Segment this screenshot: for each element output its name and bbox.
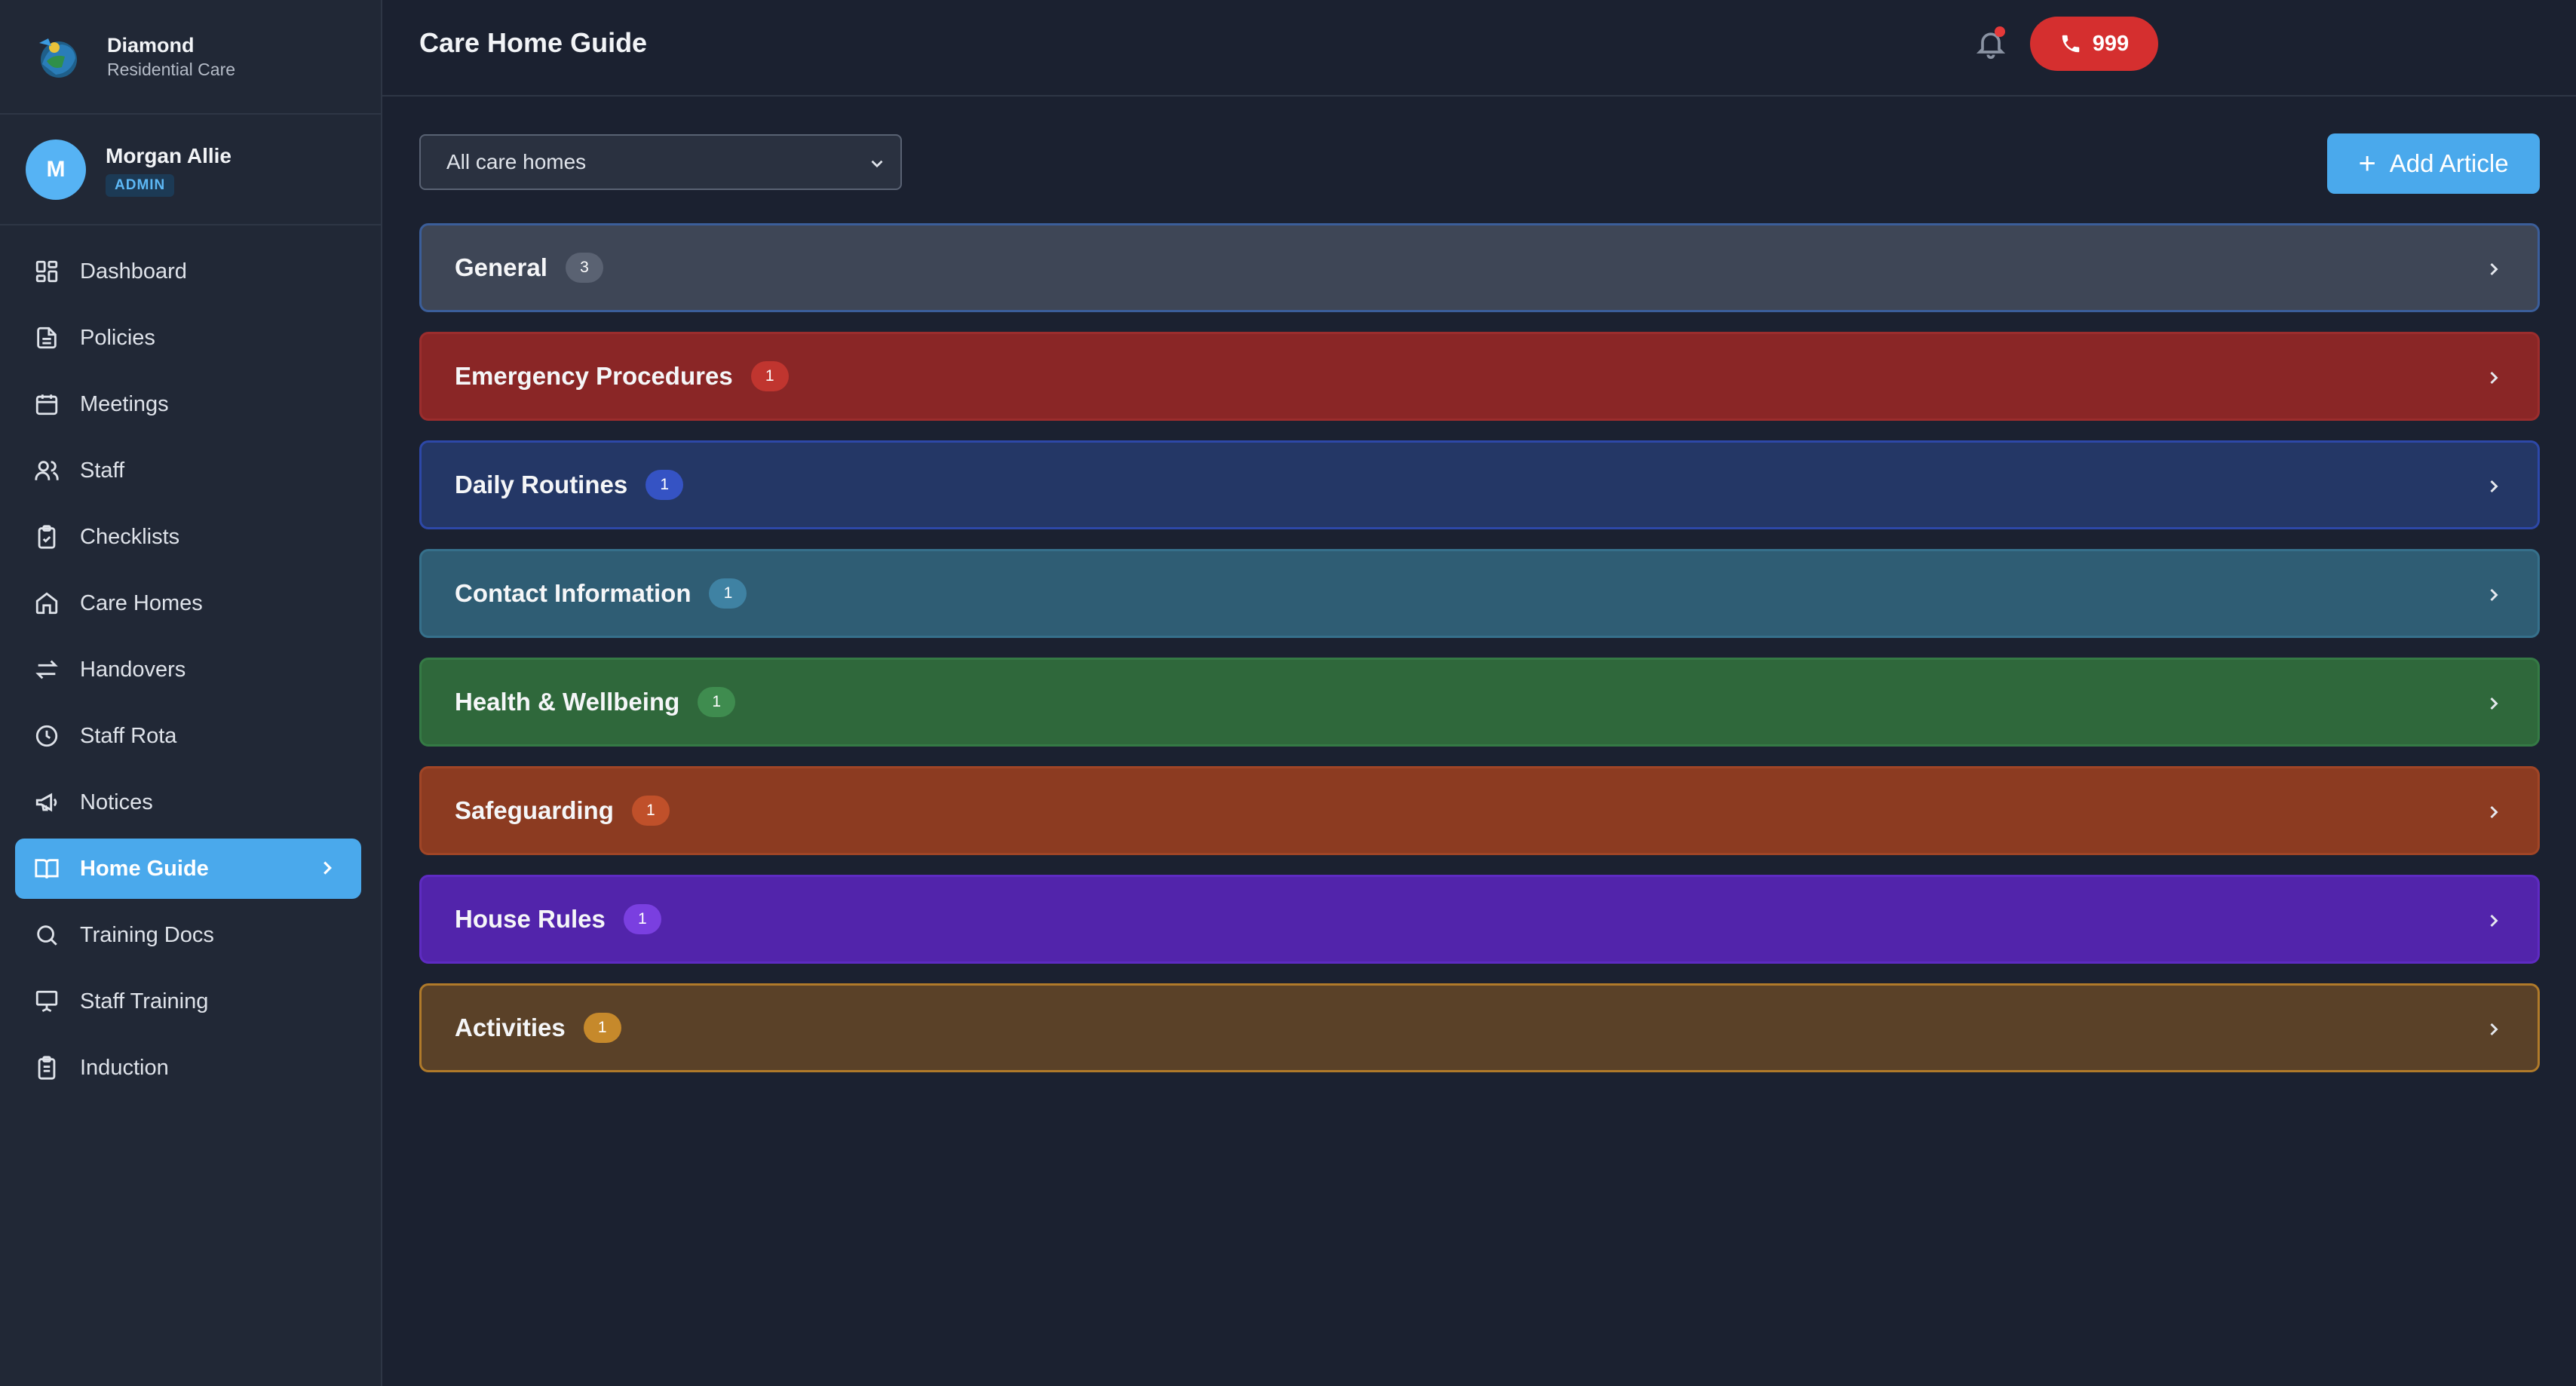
category-count-badge: 1	[709, 578, 747, 609]
avatar: M	[26, 139, 86, 200]
category-row-emergency-procedures[interactable]: Emergency Procedures 1	[419, 332, 2540, 421]
care-home-select[interactable]: All care homes	[419, 134, 902, 190]
dashboard-icon	[33, 258, 60, 285]
category-label: Daily Routines	[455, 471, 628, 498]
notification-dot	[1995, 26, 2005, 37]
chevron-right-icon	[316, 857, 339, 885]
chevron-right-icon	[2483, 910, 2504, 935]
sidebar-item-checklists[interactable]: Checklists	[15, 507, 361, 567]
user-name: Morgan Allie	[106, 143, 232, 167]
clock-icon	[33, 722, 60, 750]
category-count-badge: 1	[631, 796, 670, 826]
sidebar-item-label: Handovers	[80, 657, 186, 682]
category-row-daily-routines[interactable]: Daily Routines 1	[419, 440, 2540, 529]
sidebar-item-label: Notices	[80, 790, 153, 814]
home-icon	[33, 590, 60, 617]
sidebar-item-label: Dashboard	[80, 259, 187, 284]
category-label: General	[455, 253, 547, 281]
sidebar-item-training-docs[interactable]: Training Docs	[15, 905, 361, 965]
category-label: Emergency Procedures	[455, 362, 733, 390]
sidebar-item-label: Care Homes	[80, 590, 203, 615]
category-row-activities[interactable]: Activities 1	[419, 983, 2540, 1072]
sidebar-item-label: Home Guide	[80, 856, 209, 881]
category-label: House Rules	[455, 905, 606, 933]
sidebar-item-induction[interactable]: Induction	[15, 1038, 361, 1098]
category-label: Activities	[455, 1013, 566, 1041]
plus-icon: +	[2358, 147, 2376, 180]
category-count-badge: 1	[623, 904, 661, 934]
category-label: Safeguarding	[455, 796, 614, 824]
sidebar-item-meetings[interactable]: Meetings	[15, 374, 361, 434]
top-bar: Care Home Guide	[382, 0, 2576, 97]
category-count-badge: 1	[698, 687, 736, 717]
sidebar-item-policies[interactable]: Policies	[15, 308, 361, 368]
clipboard-list-icon	[33, 1054, 60, 1081]
sidebar-item-label: Staff Training	[80, 989, 209, 1013]
sidebar-item-notices[interactable]: Notices	[15, 772, 361, 833]
sidebar-item-staff-training[interactable]: Staff Training	[15, 971, 361, 1032]
book-open-icon	[33, 855, 60, 882]
category-count-badge: 3	[565, 253, 603, 283]
category-count-badge: 1	[750, 361, 789, 391]
diamond-logo-icon	[39, 38, 77, 78]
brand-subtitle: Residential Care	[107, 60, 236, 79]
user-profile[interactable]: M Morgan Allie ADMIN	[0, 115, 381, 225]
category-count-badge: 1	[646, 470, 684, 500]
sidebar-item-home-guide[interactable]: Home Guide	[15, 839, 361, 899]
search-icon	[33, 921, 60, 949]
sidebar-item-label: Checklists	[80, 524, 180, 549]
category-row-contact-information[interactable]: Contact Information 1	[419, 549, 2540, 638]
sidebar-item-staff[interactable]: Staff	[15, 440, 361, 501]
sidebar-nav: Dashboard Policies Meetings Staff Checkl…	[0, 225, 381, 1098]
users-icon	[33, 457, 60, 484]
chevron-right-icon	[2483, 476, 2504, 501]
swap-arrows-icon	[33, 656, 60, 683]
sidebar: Diamond Residential Care M Morgan Allie …	[0, 0, 382, 1386]
sidebar-item-label: Staff	[80, 458, 125, 483]
sidebar-item-label: Meetings	[80, 391, 169, 416]
category-row-health-wellbeing[interactable]: Health & Wellbeing 1	[419, 658, 2540, 747]
emergency-call-button[interactable]: 999	[2030, 17, 2158, 71]
emergency-call-label: 999	[2092, 31, 2130, 56]
add-article-button[interactable]: + Add Article	[2327, 133, 2540, 194]
care-home-select-value: All care homes	[446, 150, 587, 173]
sidebar-item-label: Training Docs	[80, 922, 214, 947]
brand[interactable]: Diamond Residential Care	[0, 0, 381, 115]
chevron-right-icon	[2483, 1019, 2504, 1044]
chevron-right-icon	[2483, 802, 2504, 826]
category-row-house-rules[interactable]: House Rules 1	[419, 875, 2540, 964]
calendar-icon	[33, 391, 60, 418]
brand-name: Diamond	[107, 34, 195, 57]
clipboard-check-icon	[33, 523, 60, 550]
page-title: Care Home Guide	[419, 27, 648, 58]
notifications-bell-icon[interactable]	[1974, 27, 2012, 65]
category-label: Contact Information	[455, 579, 692, 607]
chevron-right-icon	[2483, 367, 2504, 392]
role-badge: ADMIN	[106, 173, 175, 197]
chevron-right-icon	[2483, 584, 2504, 609]
category-row-general[interactable]: General 3	[419, 223, 2540, 312]
chevron-right-icon	[2483, 693, 2504, 718]
category-list: General 3 Emergency Procedures 1 Daily Routi…	[419, 223, 2540, 1092]
sidebar-item-staff-rota[interactable]: Staff Rota	[15, 706, 361, 766]
category-label: Health & Wellbeing	[455, 688, 680, 716]
megaphone-icon	[33, 789, 60, 816]
presentation-icon	[33, 988, 60, 1015]
category-count-badge: 1	[583, 1013, 621, 1043]
add-article-label: Add Article	[2389, 149, 2509, 177]
sidebar-item-label: Staff Rota	[80, 723, 177, 748]
phone-icon	[2062, 35, 2080, 53]
sidebar-item-label: Policies	[80, 325, 155, 350]
sidebar-item-care-homes[interactable]: Care Homes	[15, 573, 361, 633]
chevron-down-icon	[867, 154, 887, 179]
sidebar-item-dashboard[interactable]: Dashboard	[15, 241, 361, 302]
document-icon	[33, 324, 60, 351]
category-row-safeguarding[interactable]: Safeguarding 1	[419, 766, 2540, 855]
chevron-right-icon	[2483, 259, 2504, 284]
sidebar-item-handovers[interactable]: Handovers	[15, 639, 361, 700]
sidebar-item-label: Induction	[80, 1055, 169, 1080]
